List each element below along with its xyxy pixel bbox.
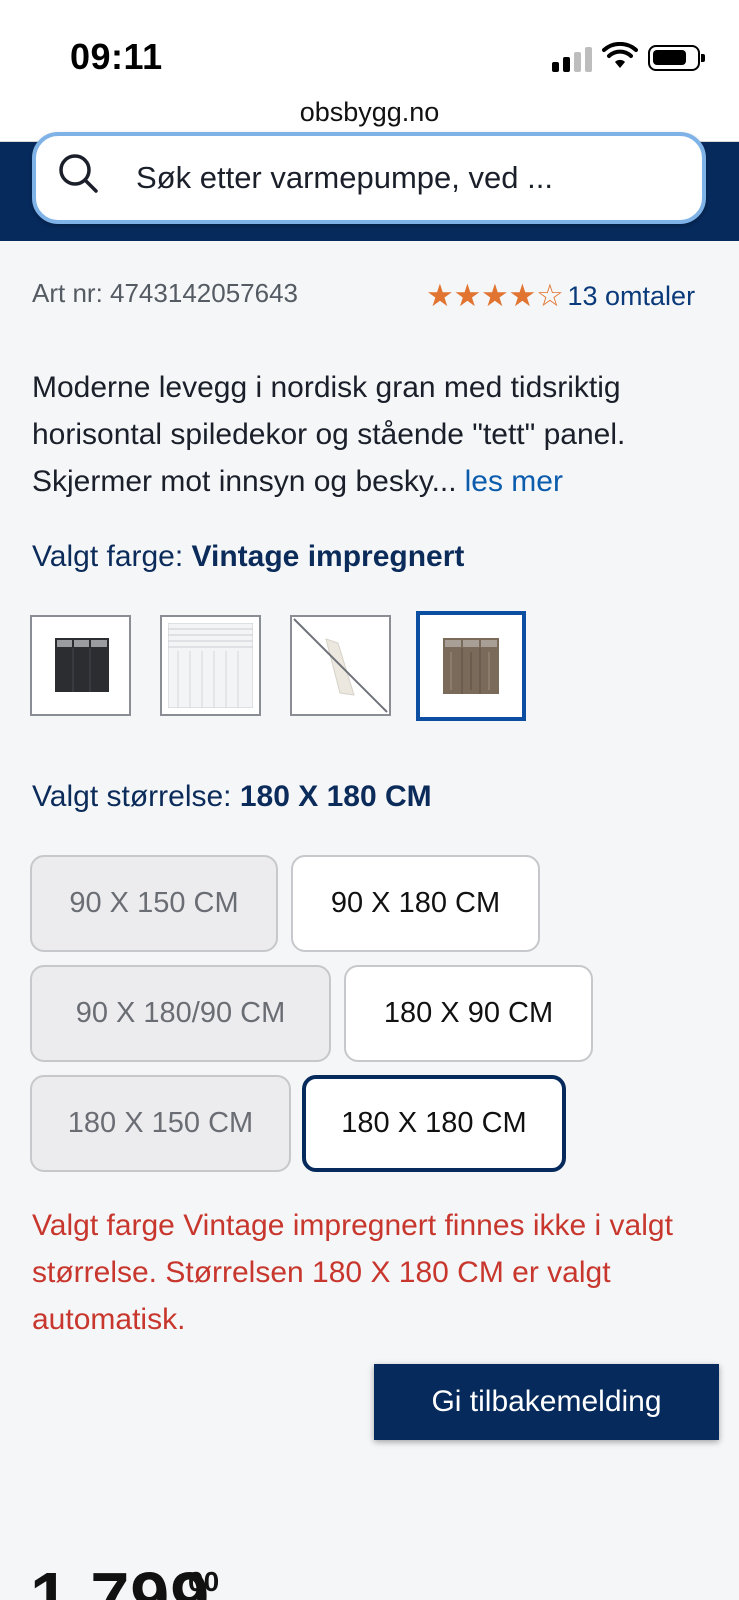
- status-time: 09:11: [70, 36, 163, 77]
- search-icon[interactable]: [56, 151, 102, 197]
- article-number: Art nr: 4743142057643: [32, 278, 298, 308]
- unavailable-swatch-icon: [293, 618, 388, 713]
- feedback-button[interactable]: Gi tilbakemelding: [374, 1364, 719, 1440]
- color-swatch-vintage[interactable]: [416, 611, 526, 721]
- size-option-90x180-90[interactable]: 90 X 180/90 CM: [30, 965, 331, 1062]
- wifi-icon: [602, 42, 638, 68]
- size-label-prefix: Valgt størrelse:: [32, 780, 232, 813]
- fence-panel-vintage-icon: [443, 638, 499, 694]
- star-filled-icon: ★: [508, 278, 537, 313]
- color-label-prefix: Valgt farge:: [32, 540, 184, 573]
- battery-icon: [648, 45, 705, 71]
- availability-warning: Valgt farge Vintage impregnert finnes ik…: [32, 1209, 673, 1336]
- search-box[interactable]: [32, 132, 706, 224]
- color-swatch-unavailable[interactable]: [290, 615, 391, 716]
- size-option-180x90[interactable]: 180 X 90 CM: [344, 965, 593, 1062]
- color-label: Valgt farge: Vintage impregnert: [32, 540, 464, 574]
- search-input[interactable]: [136, 154, 676, 202]
- size-label: Valgt størrelse: 180 X 180 CM: [32, 780, 432, 814]
- price-cents: 00: [188, 1566, 220, 1597]
- product-rating[interactable]: ★ ★ ★ ★ ☆ 13 omtaler: [426, 278, 695, 314]
- fence-panel-dark-icon: [55, 638, 109, 692]
- fence-panel-white-icon: [168, 623, 253, 708]
- star-filled-icon: ★: [426, 278, 454, 313]
- product-description: Moderne levegg i nordisk gran med tidsri…: [32, 364, 712, 505]
- color-swatch-white[interactable]: [160, 615, 261, 716]
- size-option-180x180[interactable]: 180 X 180 CM: [302, 1075, 566, 1172]
- selected-color: Vintage impregnert: [191, 540, 465, 573]
- star-filled-icon: ★: [481, 278, 509, 313]
- selected-size: 180 X 180 CM: [239, 780, 432, 813]
- star-filled-icon: ★: [453, 278, 482, 313]
- size-option-90x180[interactable]: 90 X 180 CM: [291, 855, 540, 952]
- price-whole: 1 799: [30, 1558, 211, 1600]
- cellular-signal-icon: [552, 46, 592, 72]
- size-option-180x150[interactable]: 180 X 150 CM: [30, 1075, 291, 1172]
- color-swatch-dark[interactable]: [30, 615, 131, 716]
- read-more-link[interactable]: les mer: [465, 465, 563, 498]
- star-empty-icon: ☆: [536, 278, 564, 313]
- reviews-link[interactable]: 13 omtaler: [568, 281, 696, 312]
- status-bar: 09:11: [0, 0, 739, 92]
- size-option-90x150[interactable]: 90 X 150 CM: [30, 855, 278, 952]
- rating-stars: ★ ★ ★ ★ ☆: [426, 278, 564, 314]
